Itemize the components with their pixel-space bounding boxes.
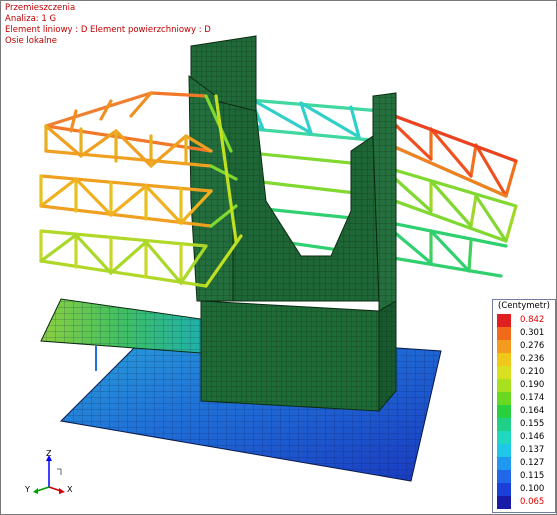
axis-x-label: X xyxy=(67,485,73,494)
legend-item: 0.174 xyxy=(497,392,553,405)
legend-swatch xyxy=(497,444,511,457)
legend-swatch xyxy=(497,392,511,405)
result-type-label: Przemieszczenia xyxy=(5,3,76,13)
legend-swatch xyxy=(497,470,511,483)
legend-swatch xyxy=(497,483,511,496)
legend-item: 0.127 xyxy=(497,457,553,470)
legend-swatch xyxy=(497,405,511,418)
legend-value: 0.190 xyxy=(520,380,545,390)
element-type-label: Element liniowy : D Element powierzchnio… xyxy=(5,25,211,35)
legend-item: 0.065 xyxy=(497,496,553,509)
legend-item: 0.190 xyxy=(497,379,553,392)
legend-item: 0.100 xyxy=(497,483,553,496)
legend-item: 0.276 xyxy=(497,340,553,353)
legend-swatch xyxy=(497,366,511,379)
legend-swatch xyxy=(497,379,511,392)
legend-swatch xyxy=(497,353,511,366)
legend-swatch xyxy=(497,457,511,470)
legend-value: 0.137 xyxy=(520,445,545,455)
legend-item: 0.301 xyxy=(497,327,553,340)
legend-swatch xyxy=(497,418,511,431)
axis-y-label: Y xyxy=(25,485,30,494)
legend-unit: (Centymetr) xyxy=(498,301,550,311)
legend-value: 0.115 xyxy=(520,471,545,481)
legend-item: 0.842 xyxy=(497,314,553,327)
axis-z-label: Z xyxy=(46,449,52,458)
legend-value: 0.065 xyxy=(520,497,545,507)
legend-value: 0.842 xyxy=(520,315,545,325)
legend-value: 0.301 xyxy=(520,328,545,338)
legend-swatch xyxy=(497,327,511,340)
legend-swatch xyxy=(497,496,511,509)
legend-swatch xyxy=(497,431,511,444)
model-viewport[interactable]: Przemieszczenia Analiza: 1 G Element lin… xyxy=(0,0,557,515)
legend-value: 0.155 xyxy=(520,419,545,429)
legend-item: 0.210 xyxy=(497,366,553,379)
core-structure xyxy=(188,35,397,413)
legend-value: 0.146 xyxy=(520,432,545,442)
legend-value: 0.164 xyxy=(520,406,545,416)
analysis-label: Analiza: 1 G xyxy=(5,14,57,24)
legend-value: 0.236 xyxy=(520,354,545,364)
legend-swatch xyxy=(497,314,511,327)
legend-value: 0.174 xyxy=(520,393,545,403)
axis-triad: Z Y X xyxy=(21,449,81,501)
color-legend: (Centymetr) 0.842 0.301 0.276 0.236 0.210 0.1… xyxy=(492,299,556,513)
local-axes-label: Osie lokalne xyxy=(5,36,57,46)
legend-value: 0.210 xyxy=(520,367,545,377)
legend-value: 0.100 xyxy=(520,484,545,494)
analysis-info: Przemieszczenia Analiza: 1 G Element lin… xyxy=(5,3,211,47)
legend-item: 0.236 xyxy=(497,353,553,366)
legend-value: 0.127 xyxy=(520,458,545,468)
legend-item: 0.137 xyxy=(497,444,553,457)
legend-item: 0.164 xyxy=(497,405,553,418)
legend-item: 0.146 xyxy=(497,431,553,444)
model-3d-view[interactable] xyxy=(1,1,556,514)
legend-value: 0.276 xyxy=(520,341,545,351)
legend-item: 0.115 xyxy=(497,470,553,483)
legend-swatch xyxy=(497,340,511,353)
legend-item: 0.155 xyxy=(497,418,553,431)
